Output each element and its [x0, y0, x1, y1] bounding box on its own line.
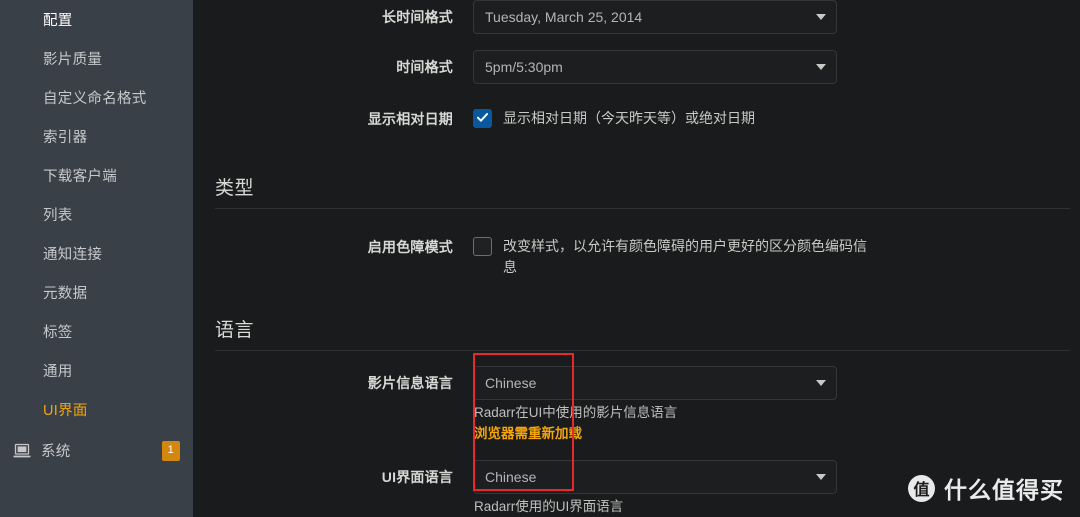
movie-info-language-control: Chinese Radarr在UI中使用的影片信息语言 浏览器需重新加载 — [473, 366, 1070, 444]
movie-info-language-select[interactable]: Chinese — [473, 366, 837, 400]
sidebar-item-label: 通知连接 — [43, 247, 103, 263]
sidebar: 配置 影片质量 自定义命名格式 索引器 下载客户端 列表 通知连接 元数据 标签… — [0, 0, 193, 517]
sidebar-item-label: 元数据 — [43, 286, 88, 302]
time-format-control: 5pm/5:30pm — [473, 50, 1070, 84]
time-format-select[interactable]: 5pm/5:30pm — [473, 50, 837, 84]
sidebar-item-indexers[interactable]: 索引器 — [0, 117, 193, 156]
sidebar-item-lists[interactable]: 列表 — [0, 195, 193, 234]
relative-dates-checkbox[interactable] — [473, 109, 492, 128]
colorblind-checkbox[interactable] — [473, 237, 492, 256]
ui-language-label: UI界面语言 — [381, 469, 453, 485]
chevron-down-icon — [816, 64, 826, 70]
sidebar-item-custom-formats[interactable]: 自定义命名格式 — [0, 78, 193, 117]
relative-dates-check-row: 显示相对日期（今天昨天等）或绝对日期 — [473, 102, 1070, 129]
sidebar-item-settings[interactable]: 配置 — [0, 0, 193, 39]
colorblind-control: 改变样式，以允许有颜色障碍的用户更好的区分颜色编码信息 — [473, 230, 1070, 278]
section-language-title: 语言 — [215, 320, 255, 341]
movie-info-language-help: Radarr在UI中使用的影片信息语言 — [474, 405, 678, 420]
long-date-format-value: Tuesday, March 25, 2014 — [485, 9, 643, 25]
section-language: 语言 — [215, 307, 1070, 351]
chevron-down-icon — [816, 14, 826, 20]
long-date-format-control: Tuesday, March 25, 2014 — [473, 0, 1070, 34]
ui-language-select[interactable]: Chinese — [473, 460, 837, 494]
chevron-down-icon — [816, 474, 826, 480]
relative-dates-control: 显示相对日期（今天昨天等）或绝对日期 — [473, 102, 1070, 129]
sidebar-item-label: 列表 — [43, 208, 73, 224]
section-style: 类型 — [215, 165, 1070, 209]
relative-dates-label: 显示相对日期 — [367, 111, 453, 127]
section-style-title: 类型 — [215, 178, 255, 199]
sidebar-item-tags[interactable]: 标签 — [0, 312, 193, 351]
system-badge-count: 1 — [161, 440, 180, 461]
form-group-relative-dates: 显示相对日期 显示相对日期（今天昨天等）或绝对日期 — [215, 91, 1070, 143]
watermark-text: 什么值得买 — [944, 477, 1064, 503]
form-group-movie-info-language: 影片信息语言 Chinese Radarr在UI中使用的影片信息语言 浏览器需重… — [215, 351, 1070, 451]
form-group-colorblind: 启用色障模式 改变样式，以允许有颜色障碍的用户更好的区分颜色编码信息 — [215, 209, 1070, 285]
sidebar-item-connect[interactable]: 通知连接 — [0, 234, 193, 273]
ui-language-value: Chinese — [485, 469, 537, 485]
movie-info-language-label: 影片信息语言 — [367, 375, 453, 391]
sidebar-item-metadata[interactable]: 元数据 — [0, 273, 193, 312]
sidebar-item-system[interactable]: 系统 1 — [0, 431, 193, 470]
watermark-mark-icon: 值 — [908, 474, 935, 502]
sidebar-item-label: 配置 — [43, 13, 73, 29]
settings-main-panel: 长时间格式 Tuesday, March 25, 2014 时间格式 5pm/5… — [193, 0, 1080, 517]
movie-info-language-value: Chinese — [485, 375, 537, 391]
movie-info-language-warning: 浏览器需重新加载 — [474, 426, 582, 441]
sidebar-item-label: 影片质量 — [43, 52, 103, 68]
monitor-icon — [13, 443, 31, 459]
sidebar-item-label: UI界面 — [43, 403, 88, 419]
sidebar-item-label: 自定义命名格式 — [43, 91, 147, 107]
sidebar-item-quality[interactable]: 影片质量 — [0, 39, 193, 78]
sidebar-nav-list: 配置 影片质量 自定义命名格式 索引器 下载客户端 列表 通知连接 元数据 标签… — [0, 0, 193, 470]
colorblind-label: 启用色障模式 — [367, 239, 453, 255]
long-date-format-label: 长时间格式 — [382, 9, 453, 25]
check-icon — [477, 113, 488, 122]
sidebar-item-label: 系统 — [41, 444, 71, 460]
time-format-value: 5pm/5:30pm — [485, 59, 563, 75]
colorblind-check-row: 改变样式，以允许有颜色障碍的用户更好的区分颜色编码信息 — [473, 230, 1070, 278]
relative-dates-checkbox-text: 显示相对日期（今天昨天等）或绝对日期 — [503, 110, 755, 126]
chevron-down-icon — [816, 380, 826, 386]
form-group-long-date-format: 长时间格式 Tuesday, March 25, 2014 — [215, 0, 1070, 41]
sidebar-item-label: 通用 — [43, 364, 73, 380]
sidebar-item-label: 下载客户端 — [43, 169, 117, 185]
app-root: 配置 影片质量 自定义命名格式 索引器 下载客户端 列表 通知连接 元数据 标签… — [0, 0, 1080, 517]
form-group-time-format: 时间格式 5pm/5:30pm — [215, 41, 1070, 91]
sidebar-item-label: 索引器 — [43, 130, 88, 146]
sidebar-item-label: 标签 — [43, 325, 73, 341]
sidebar-item-ui[interactable]: UI界面 — [0, 390, 193, 429]
colorblind-checkbox-text: 改变样式，以允许有颜色障碍的用户更好的区分颜色编码信息 — [503, 238, 867, 275]
watermark-logo: 值 什么值得买 — [908, 471, 1064, 505]
time-format-label: 时间格式 — [396, 59, 453, 75]
long-date-format-select[interactable]: Tuesday, March 25, 2014 — [473, 0, 837, 34]
sidebar-item-general[interactable]: 通用 — [0, 351, 193, 390]
sidebar-item-download-clients[interactable]: 下载客户端 — [0, 156, 193, 195]
